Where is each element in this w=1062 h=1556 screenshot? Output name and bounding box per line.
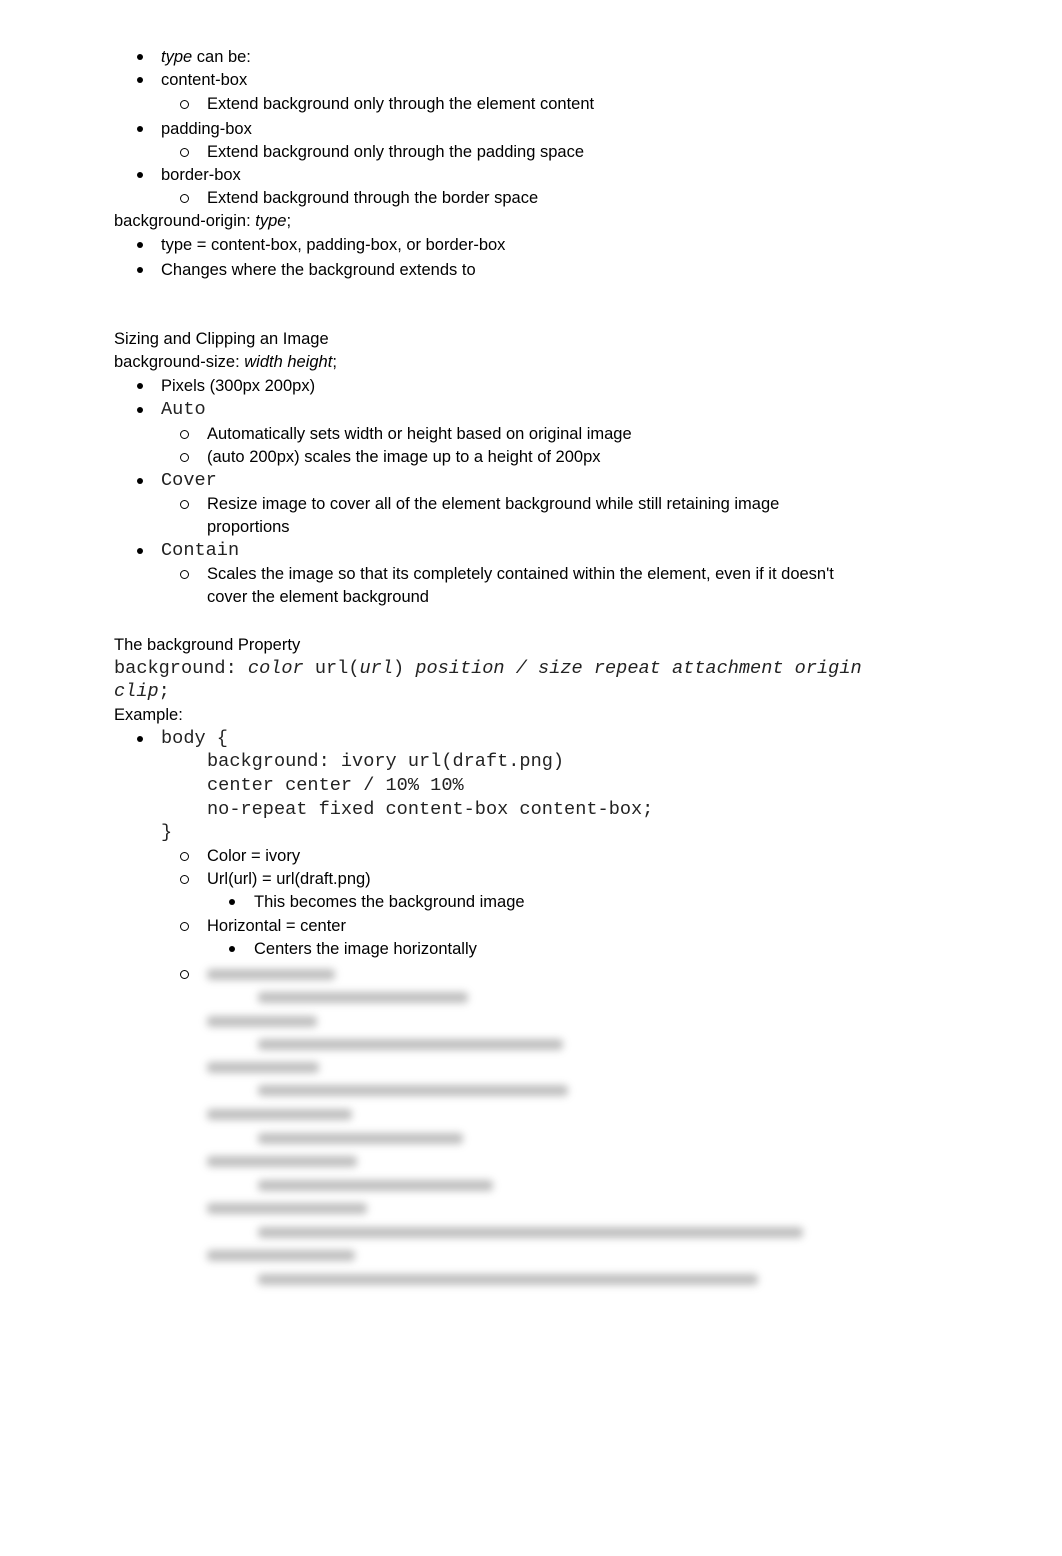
cover-desc: proportions xyxy=(207,518,290,536)
item-desc: Extend background only through the paddi… xyxy=(207,143,585,161)
circle-bullet-icon xyxy=(180,100,189,109)
code-line: center center / 10% 10% xyxy=(207,775,464,796)
code-line: } xyxy=(161,822,173,843)
circle-bullet-icon xyxy=(180,875,189,884)
background-syntax-cont: clip; xyxy=(114,681,170,702)
pixels-item: Pixels (300px 200px) xyxy=(161,377,316,395)
sub-note: This becomes the background image xyxy=(254,893,525,911)
contain-item: Contain xyxy=(161,540,240,561)
circle-bullet-icon xyxy=(180,852,189,861)
item-border-box: border-box xyxy=(161,166,241,184)
item-content-box: content-box xyxy=(161,71,248,89)
bullet-icon xyxy=(137,126,143,132)
background-size-syntax: background-size: width height; xyxy=(114,353,337,371)
sub-note: Centers the image horizontally xyxy=(254,940,477,958)
item-padding-box: padding-box xyxy=(161,120,252,138)
item-desc: Extend background only through the eleme… xyxy=(207,95,595,113)
circle-bullet-icon xyxy=(180,148,189,157)
auto-desc: Automatically sets width or height based… xyxy=(207,425,632,443)
note: Horizontal = center xyxy=(207,917,346,935)
bullet-icon xyxy=(137,383,143,389)
item-desc: Extend background through the border spa… xyxy=(207,189,539,207)
cover-desc: Resize image to cover all of the element… xyxy=(207,495,780,513)
background-syntax: background: color url(url) position / si… xyxy=(114,658,862,679)
bullet-icon xyxy=(137,407,143,413)
cover-item: Cover xyxy=(161,470,217,491)
bullet-icon xyxy=(229,946,235,952)
origin-bullet: type = content-box, padding-box, or bord… xyxy=(161,236,506,254)
bullet-icon xyxy=(137,267,143,273)
contain-desc: cover the element background xyxy=(207,588,429,606)
circle-bullet-icon xyxy=(180,500,189,509)
code-line: body { xyxy=(161,728,228,749)
bullet-icon xyxy=(137,242,143,248)
circle-bullet-icon xyxy=(180,970,189,979)
bullet-icon xyxy=(137,172,143,178)
bullet-icon xyxy=(229,899,235,905)
auto-desc: (auto 200px) scales the image up to a he… xyxy=(207,448,601,466)
code-line: no-repeat fixed content-box content-box; xyxy=(207,799,654,820)
bullet-icon xyxy=(137,548,143,554)
bullet-icon xyxy=(137,77,143,83)
bullet-icon xyxy=(137,736,143,742)
bullet-icon xyxy=(137,478,143,484)
circle-bullet-icon xyxy=(180,430,189,439)
circle-bullet-icon xyxy=(180,922,189,931)
circle-bullet-icon xyxy=(180,570,189,579)
circle-bullet-icon xyxy=(180,194,189,203)
note: Color = ivory xyxy=(207,847,301,865)
type-can-be: type can be: xyxy=(161,48,251,66)
bullet-icon xyxy=(137,54,143,60)
circle-bullet-icon xyxy=(180,453,189,462)
background-origin-syntax: background-origin: type; xyxy=(114,212,292,230)
section-heading: The background Property xyxy=(114,636,301,654)
section-heading: Sizing and Clipping an Image xyxy=(114,330,329,348)
auto-item: Auto xyxy=(161,399,206,420)
code-line: background: ivory url(draft.png) xyxy=(207,751,565,772)
example-label: Example: xyxy=(114,706,183,724)
contain-desc: Scales the image so that its completely … xyxy=(207,565,834,583)
note: Url(url) = url(draft.png) xyxy=(207,870,371,888)
origin-bullet: Changes where the background extends to xyxy=(161,261,476,279)
